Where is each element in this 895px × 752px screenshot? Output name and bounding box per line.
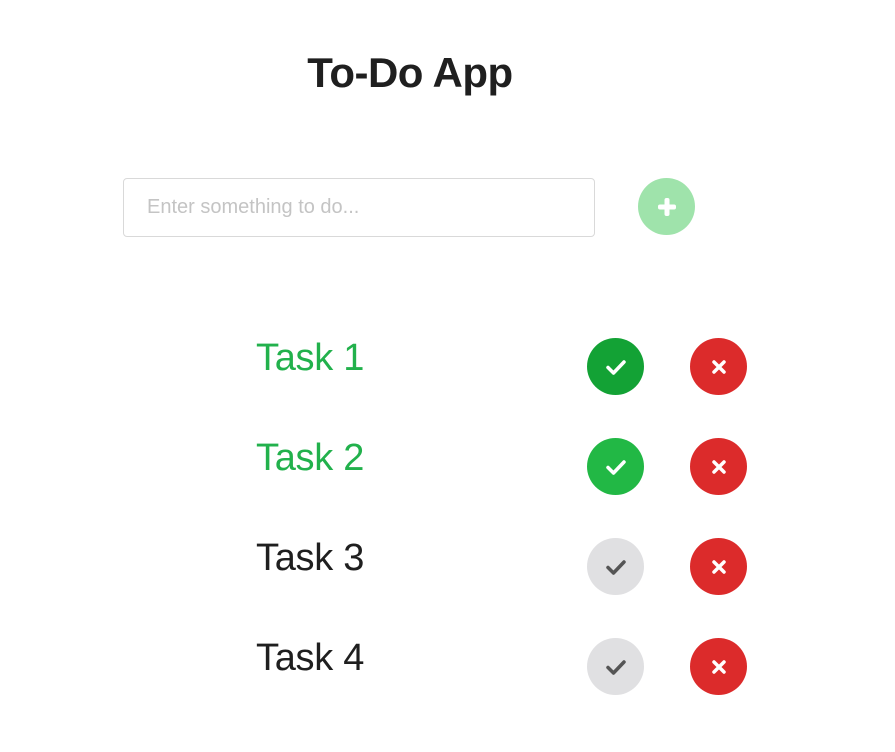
check-icon [605, 558, 627, 576]
delete-task-button[interactable] [690, 638, 747, 695]
new-task-input[interactable] [123, 178, 595, 237]
delete-task-button[interactable] [690, 338, 747, 395]
task-label: Task 2 [256, 437, 365, 479]
check-icon [605, 358, 627, 376]
task-row: Task 3 [0, 536, 895, 636]
delete-task-button[interactable] [690, 538, 747, 595]
close-icon [710, 558, 728, 576]
check-icon [605, 658, 627, 676]
delete-task-button[interactable] [690, 438, 747, 495]
add-task-button[interactable] [638, 178, 695, 235]
page-title: To-Do App [307, 49, 513, 96]
task-label: Task 3 [256, 537, 365, 579]
task-row: Task 2 [0, 436, 895, 536]
complete-task-button[interactable] [587, 438, 644, 495]
check-icon [605, 458, 627, 476]
task-label: Task 4 [256, 637, 365, 679]
complete-task-button[interactable] [587, 338, 644, 395]
close-icon [710, 358, 728, 376]
task-row: Task 4 [0, 636, 895, 736]
close-icon [710, 658, 728, 676]
complete-task-button[interactable] [587, 538, 644, 595]
plus-icon [656, 196, 678, 218]
task-label: Task 1 [256, 337, 365, 379]
complete-task-button[interactable] [587, 638, 644, 695]
task-row: Task 1 [0, 336, 895, 436]
close-icon [710, 458, 728, 476]
